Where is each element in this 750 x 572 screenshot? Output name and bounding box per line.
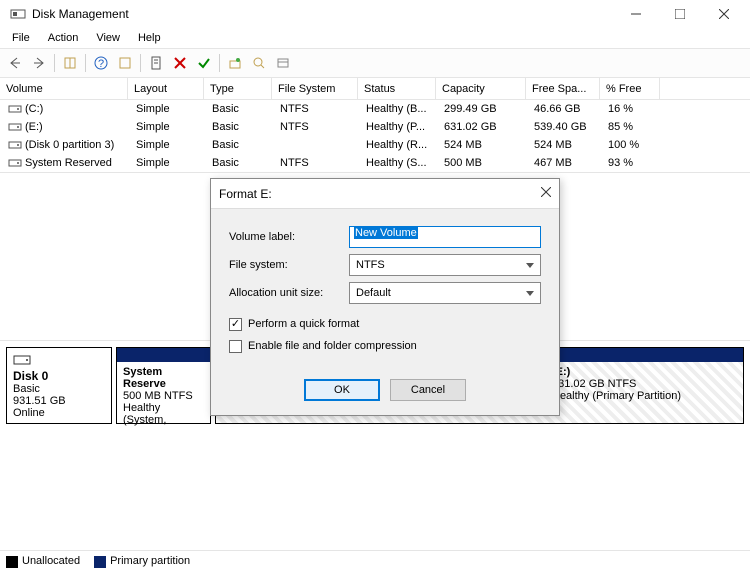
- col-type[interactable]: Type: [204, 78, 272, 99]
- dialog-close-icon[interactable]: [541, 187, 551, 200]
- check-icon[interactable]: [193, 52, 215, 74]
- label-volume: Volume label:: [229, 231, 349, 243]
- col-pctfree[interactable]: % Free: [600, 78, 660, 99]
- search-icon[interactable]: [248, 52, 270, 74]
- drive-icon: [8, 102, 22, 116]
- legend-primary: Primary partition: [94, 555, 190, 567]
- properties-icon[interactable]: [145, 52, 167, 74]
- app-icon: [10, 6, 26, 22]
- dialog-title: Format E:: [219, 187, 541, 201]
- back-icon[interactable]: [4, 52, 26, 74]
- quick-format-checkbox[interactable]: Perform a quick format: [229, 313, 541, 335]
- title-bar: Disk Management: [0, 0, 750, 28]
- checkbox-icon: [229, 340, 242, 353]
- view-grid-icon[interactable]: [59, 52, 81, 74]
- col-layout[interactable]: Layout: [128, 78, 204, 99]
- label-allocation: Allocation unit size:: [229, 287, 349, 299]
- refresh-icon[interactable]: [114, 52, 136, 74]
- checkbox-icon: [229, 318, 242, 331]
- legend-unallocated: Unallocated: [6, 555, 80, 567]
- format-dialog: Format E: Volume label: New Volume File …: [210, 178, 560, 416]
- close-button[interactable]: [702, 0, 746, 28]
- label-filesystem: File system:: [229, 259, 349, 271]
- table-row[interactable]: (C:) SimpleBasicNTFSHealthy (B...299.49 …: [0, 100, 750, 118]
- table-row[interactable]: (E:) SimpleBasicNTFSHealthy (P...631.02 …: [0, 118, 750, 136]
- legend: Unallocated Primary partition: [0, 550, 750, 572]
- minimize-button[interactable]: [614, 0, 658, 28]
- toolbar: ?: [0, 48, 750, 78]
- filesystem-select[interactable]: NTFS: [349, 254, 541, 276]
- compression-checkbox[interactable]: Enable file and folder compression: [229, 335, 541, 357]
- drive-icon: [8, 156, 22, 170]
- menu-view[interactable]: View: [88, 30, 128, 46]
- volume-table: Volume Layout Type File System Status Ca…: [0, 78, 750, 173]
- window-title: Disk Management: [32, 7, 614, 21]
- allocation-select[interactable]: Default: [349, 282, 541, 304]
- menu-action[interactable]: Action: [40, 30, 87, 46]
- col-status[interactable]: Status: [358, 78, 436, 99]
- help-icon[interactable]: ?: [90, 52, 112, 74]
- volume-label-input[interactable]: New Volume: [349, 226, 541, 248]
- table-row[interactable]: System Reserved SimpleBasicNTFSHealthy (…: [0, 154, 750, 172]
- cancel-button[interactable]: Cancel: [390, 379, 466, 401]
- col-capacity[interactable]: Capacity: [436, 78, 526, 99]
- delete-icon[interactable]: [169, 52, 191, 74]
- svg-text:?: ?: [98, 58, 104, 70]
- menu-help[interactable]: Help: [130, 30, 169, 46]
- drive-icon: [8, 120, 22, 134]
- drive-icon: [8, 138, 22, 152]
- table-row[interactable]: (Disk 0 partition 3) SimpleBasicHealthy …: [0, 136, 750, 154]
- ok-button[interactable]: OK: [304, 379, 380, 401]
- col-filesystem[interactable]: File System: [272, 78, 358, 99]
- partition-system-reserved[interactable]: System Reserve 500 MB NTFS Healthy (Syst…: [116, 347, 211, 424]
- disk-info[interactable]: Disk 0 Basic 931.51 GB Online: [6, 347, 112, 424]
- col-free[interactable]: Free Spa...: [526, 78, 600, 99]
- col-volume[interactable]: Volume: [0, 78, 128, 99]
- maximize-button[interactable]: [658, 0, 702, 28]
- disk-icon: [13, 354, 31, 366]
- menu-file[interactable]: File: [4, 30, 38, 46]
- menu-bar: File Action View Help: [0, 28, 750, 48]
- forward-icon[interactable]: [28, 52, 50, 74]
- wizard-icon[interactable]: [224, 52, 246, 74]
- list-icon[interactable]: [272, 52, 294, 74]
